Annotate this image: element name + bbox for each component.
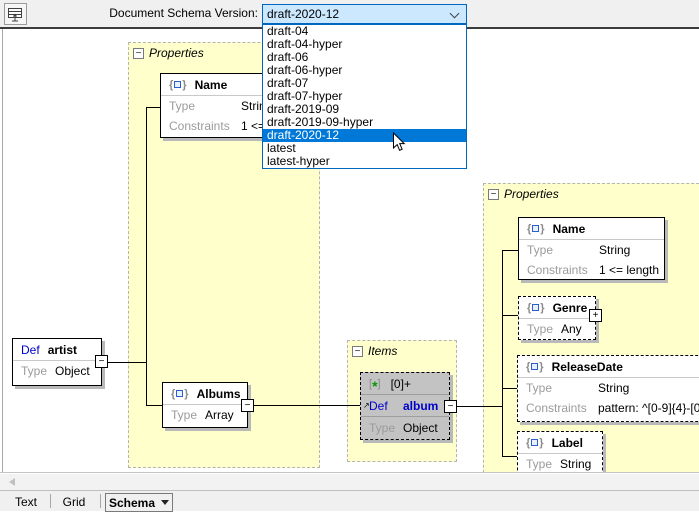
node-albums[interactable]: {} Albums Type Array — [162, 382, 248, 428]
object-property-icon: {} — [171, 388, 189, 400]
connector-line — [502, 250, 518, 251]
constraints-label: Constraints — [527, 263, 599, 277]
type-value: Object — [55, 364, 90, 378]
type-label: Type — [21, 364, 55, 378]
collapse-handle[interactable]: − — [95, 355, 108, 368]
constraints-label: Constraints — [169, 119, 241, 133]
tab-schema[interactable]: Schema — [105, 493, 173, 512]
node-genre[interactable]: {} Genre Type Any — [518, 296, 596, 340]
tab-separator — [50, 494, 51, 508]
dropdown-item[interactable]: latest-hyper — [263, 155, 466, 168]
collapse-toggle-icon[interactable]: − — [488, 189, 499, 200]
toolbar: Document Schema Version: draft-2020-12 — [0, 0, 699, 27]
occurrence-value: [0]+ — [391, 377, 411, 391]
dropdown-item[interactable]: draft-04-hyper — [263, 38, 466, 51]
combobox-value: draft-2020-12 — [267, 7, 339, 21]
dropdown-item[interactable]: draft-07 — [263, 77, 466, 90]
node-title: Albums — [197, 387, 241, 401]
constraints-value: pattern: ^[0-9]{4}-[0- — [598, 401, 699, 415]
type-label: Type — [526, 381, 598, 395]
type-label: Type — [526, 457, 560, 471]
type-value: String — [560, 457, 591, 471]
dropdown-item[interactable]: latest — [263, 142, 466, 155]
horizontal-scrollbar[interactable] — [0, 474, 699, 490]
dropdown-item[interactable]: draft-04 — [263, 25, 466, 38]
node-title: Name — [195, 78, 228, 92]
connector-line — [146, 107, 160, 108]
node-artist[interactable]: Def artist Type Object — [12, 338, 102, 386]
connector-line — [502, 388, 517, 389]
node-title: Name — [553, 222, 586, 236]
collapse-toggle-icon[interactable]: − — [352, 346, 363, 357]
constraints-value: 1 <= length — [599, 263, 659, 277]
connector-line — [146, 405, 162, 406]
connector-line — [502, 456, 517, 457]
object-property-icon: {} — [526, 437, 544, 449]
reference-arrow-icon: ↗ — [363, 401, 370, 410]
node-title: artist — [48, 343, 77, 357]
tab-grid[interactable]: Grid — [56, 491, 92, 512]
connector-line — [456, 406, 502, 407]
collapse-handle[interactable]: − — [444, 400, 457, 413]
dropdown-item[interactable]: draft-06 — [263, 51, 466, 64]
schema-version-label: Document Schema Version: — [60, 6, 258, 20]
type-label: Type — [527, 243, 599, 257]
type-value: Any — [561, 322, 582, 336]
dropdown-item[interactable]: draft-2019-09 — [263, 103, 466, 116]
section-label: Properties — [149, 46, 204, 60]
chevron-down-icon — [450, 9, 460, 19]
node-name-right[interactable]: {} Name Type String Constraints 1 <= len… — [518, 217, 665, 280]
tab-separator — [100, 494, 101, 508]
caret-down-icon — [161, 500, 169, 505]
section-label: Properties — [504, 187, 559, 201]
node-label[interactable]: {} Label Type String — [517, 431, 603, 473]
type-label: Type — [527, 322, 561, 336]
schema-version-combobox[interactable]: draft-2020-12 — [262, 4, 467, 24]
node-release-date[interactable]: {} ReleaseDate Type String Constraints p… — [517, 355, 699, 422]
expand-handle[interactable]: + — [589, 309, 602, 322]
object-property-icon: {} — [527, 223, 545, 235]
object-property-icon: {} — [527, 302, 545, 314]
mouse-cursor — [392, 132, 406, 152]
dropdown-item-selected[interactable]: draft-2020-12 — [263, 129, 466, 142]
type-label: Type — [171, 408, 205, 422]
collapse-toggle-icon[interactable]: − — [133, 48, 144, 59]
section-label: Items — [368, 344, 397, 358]
node-title: ReleaseDate — [552, 360, 623, 374]
type-label: Type — [369, 421, 403, 435]
node-title: Genre — [553, 301, 588, 315]
node-title: Label — [552, 436, 583, 450]
connector-line — [108, 362, 147, 363]
object-property-icon: {} — [169, 79, 187, 91]
def-keyword: Def — [21, 343, 40, 357]
collapse-handle[interactable]: − — [241, 399, 254, 412]
schema-view-button[interactable] — [4, 3, 27, 25]
constraints-label: Constraints — [526, 401, 598, 415]
schema-version-dropdown-list[interactable]: draft-04 draft-04-hyper draft-06 draft-0… — [262, 24, 467, 169]
connector-line — [146, 107, 147, 406]
scroll-left-icon[interactable] — [9, 478, 15, 486]
schema-grid-icon — [7, 6, 24, 23]
type-value: String — [599, 243, 630, 257]
type-value: String — [598, 381, 629, 395]
type-label: Type — [169, 99, 241, 113]
type-value: Array — [205, 408, 234, 422]
node-title: album — [403, 399, 438, 413]
left-window-edge — [2, 29, 3, 473]
connector-line — [502, 315, 518, 316]
tab-schema-label: Schema — [109, 496, 155, 510]
node-album[interactable]: [*] [0]+ ↗ Def album Type Object — [360, 372, 450, 440]
object-property-icon: {} — [526, 361, 544, 373]
dropdown-item[interactable]: draft-06-hyper — [263, 64, 466, 77]
tab-text[interactable]: Text — [8, 491, 44, 512]
def-keyword: Def — [369, 399, 403, 413]
connector-line — [254, 405, 361, 406]
connector-line — [502, 250, 503, 457]
type-value: Object — [403, 421, 438, 435]
dropdown-item[interactable]: draft-07-hyper — [263, 90, 466, 103]
dropdown-item[interactable]: draft-2019-09-hyper — [263, 116, 466, 129]
view-tab-bar: Text Grid Schema — [0, 490, 699, 511]
array-item-icon: [*] — [369, 378, 381, 390]
